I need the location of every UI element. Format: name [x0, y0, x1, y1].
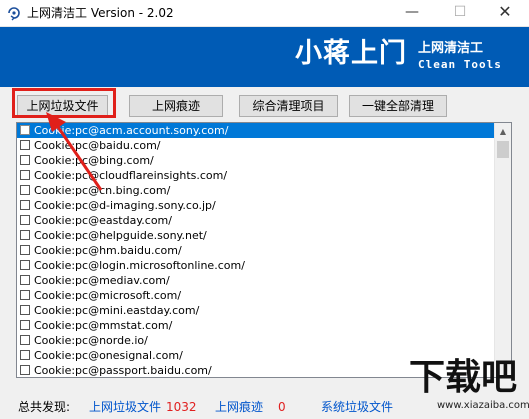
list-item-label: Cookie:pc@bing.com/ — [34, 154, 154, 167]
status-total-label: 总共发现: — [18, 400, 71, 414]
list-item[interactable]: Cookie:pc@acm.account.sony.com/ — [17, 123, 511, 138]
status-traces-count: 0 — [278, 400, 286, 414]
vertical-scrollbar[interactable]: ▲ — [494, 123, 511, 377]
list-item-label: Cookie:pc@d-imaging.sony.co.jp/ — [34, 199, 216, 212]
list-item[interactable]: Cookie:pc@helpguide.sony.net/ — [17, 228, 511, 243]
list-item-label: Cookie:pc@mediav.com/ — [34, 274, 170, 287]
watermark-logo: 下载吧 www.xiazaiba.com — [393, 352, 529, 419]
list-item[interactable]: Cookie:pc@d-imaging.sony.co.jp/ — [17, 198, 511, 213]
status-junk-label: 上网垃圾文件 — [89, 400, 162, 414]
item-checkbox[interactable] — [20, 140, 30, 150]
item-checkbox[interactable] — [20, 290, 30, 300]
item-checkbox[interactable] — [20, 335, 30, 345]
status-traces-label: 上网痕迹 — [215, 400, 264, 414]
item-checkbox[interactable] — [20, 170, 30, 180]
list-items-container: Cookie:pc@acm.account.sony.com/Cookie:pc… — [17, 123, 511, 377]
item-checkbox[interactable] — [20, 260, 30, 270]
list-item[interactable]: Cookie:pc@eastday.com/ — [17, 213, 511, 228]
app-banner: 小蒋上门 上网清洁工 Clean Tools — [0, 27, 529, 87]
watermark-url: www.xiazaiba.com — [437, 400, 529, 411]
internet-traces-button[interactable]: 上网痕迹 — [129, 95, 223, 117]
list-item-label: Cookie:pc@hm.baidu.com/ — [34, 244, 182, 257]
watermark-text: 下载吧 — [409, 357, 518, 398]
list-item[interactable]: Cookie:pc@norde.io/ — [17, 333, 511, 348]
banner-subtitle-en: Clean Tools — [418, 58, 502, 71]
item-checkbox[interactable] — [20, 155, 30, 165]
item-checkbox[interactable] — [20, 350, 30, 360]
list-item-label: Cookie:pc@eastday.com/ — [34, 214, 172, 227]
combined-cleanup-button[interactable]: 综合清理项目 — [239, 95, 338, 117]
list-item-label: Cookie:pc@cloudflareinsights.com/ — [34, 169, 228, 182]
item-checkbox[interactable] — [20, 365, 30, 375]
item-checkbox[interactable] — [20, 185, 30, 195]
title-bar: 上网清洁工 Version - 2.02 — ☐ ✕ — [0, 0, 529, 27]
list-item[interactable]: Cookie:pc@cn.bing.com/ — [17, 183, 511, 198]
list-item-label: Cookie:pc@mini.eastday.com/ — [34, 304, 200, 317]
list-item-label: Cookie:pc@helpguide.sony.net/ — [34, 229, 207, 242]
list-item[interactable]: Cookie:pc@mmstat.com/ — [17, 318, 511, 333]
item-checkbox[interactable] — [20, 245, 30, 255]
scroll-up-arrow-icon[interactable]: ▲ — [495, 123, 511, 140]
list-item-label: Cookie:pc@passport.baidu.com/ — [34, 364, 212, 377]
list-item-label: Cookie:pc@mmstat.com/ — [34, 319, 173, 332]
item-checkbox[interactable] — [20, 215, 30, 225]
item-checkbox[interactable] — [20, 305, 30, 315]
list-item-label: Cookie:pc@norde.io/ — [34, 334, 148, 347]
status-system-label: 系统垃圾文件 — [321, 400, 394, 414]
list-item[interactable]: Cookie:pc@baidu.com/ — [17, 138, 511, 153]
item-checkbox[interactable] — [20, 230, 30, 240]
banner-title: 小蒋上门 — [295, 38, 407, 69]
annotation-highlight-box — [12, 88, 116, 118]
list-item-label: Cookie:pc@acm.account.sony.com/ — [34, 124, 229, 137]
cleanup-items-list[interactable]: Cookie:pc@acm.account.sony.com/Cookie:pc… — [16, 122, 512, 378]
list-item-label: Cookie:pc@onesignal.com/ — [34, 349, 183, 362]
minimize-button[interactable]: — — [391, 0, 433, 26]
close-button[interactable]: ✕ — [484, 0, 526, 26]
list-item-label: Cookie:pc@login.microsoftonline.com/ — [34, 259, 245, 272]
item-checkbox[interactable] — [20, 320, 30, 330]
item-checkbox[interactable] — [20, 125, 30, 135]
list-item[interactable]: Cookie:pc@mini.eastday.com/ — [17, 303, 511, 318]
one-click-clean-all-button[interactable]: 一键全部清理 — [349, 95, 447, 117]
list-item-label: Cookie:pc@cn.bing.com/ — [34, 184, 171, 197]
status-junk-count: 1032 — [166, 400, 197, 414]
list-item[interactable]: Cookie:pc@mediav.com/ — [17, 273, 511, 288]
app-icon — [8, 7, 20, 21]
list-item[interactable]: Cookie:pc@hm.baidu.com/ — [17, 243, 511, 258]
list-item-label: Cookie:pc@microsoft.com/ — [34, 289, 182, 302]
list-item[interactable]: Cookie:pc@bing.com/ — [17, 153, 511, 168]
list-item[interactable]: Cookie:pc@cloudflareinsights.com/ — [17, 168, 511, 183]
maximize-button[interactable]: ☐ — [439, 0, 481, 26]
banner-subtitle-cn: 上网清洁工 — [418, 41, 484, 56]
item-checkbox[interactable] — [20, 200, 30, 210]
item-checkbox[interactable] — [20, 275, 30, 285]
list-item-label: Cookie:pc@baidu.com/ — [34, 139, 161, 152]
list-item[interactable]: Cookie:pc@login.microsoftonline.com/ — [17, 258, 511, 273]
window-title: 上网清洁工 Version - 2.02 — [27, 6, 174, 20]
list-item[interactable]: Cookie:pc@microsoft.com/ — [17, 288, 511, 303]
scrollbar-thumb[interactable] — [497, 141, 509, 158]
